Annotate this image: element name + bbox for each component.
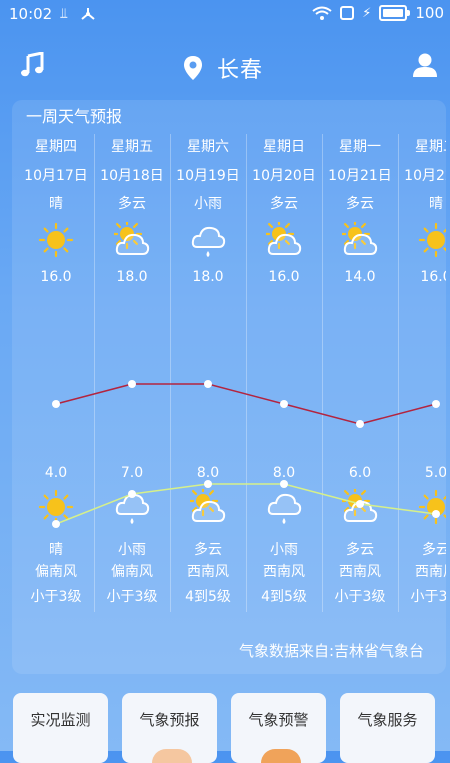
day-week: 星期四 (35, 139, 77, 155)
low-temp-label: 8.0 (196, 465, 220, 481)
tab-forecast[interactable]: 气象预报 (122, 693, 217, 763)
forecast-day[interactable]: 星期日 10月20日 多云 16.0 8.0 小雨 西南风 4到5级 (246, 134, 323, 612)
day-week: 星期日 (263, 139, 305, 155)
high-temp-label: 14.0 (344, 269, 376, 285)
bottom-tabs: 实况监测 气象预报 气象预警 气象服务 (0, 693, 450, 763)
day-condition: 晴 (429, 196, 443, 212)
day-condition: 多云 (346, 196, 374, 212)
day-date: 10月17日 (24, 168, 88, 184)
night-condition: 多云 (422, 542, 446, 558)
sun-icon (418, 222, 446, 258)
forecast-day[interactable]: 星期五 10月18日 多云 18.0 7.0 小雨 偏南风 小于3级 (94, 134, 171, 612)
low-temp-label: 8.0 (272, 465, 296, 481)
tab-service[interactable]: 气象服务 (340, 693, 435, 763)
day-date: 10月20日 (252, 168, 316, 184)
day-condition: 晴 (49, 196, 63, 212)
night-condition: 小雨 (270, 542, 298, 558)
wind-direction: 偏南风 (35, 564, 77, 580)
charging-icon: ⚡ (362, 5, 372, 21)
sun-icon (418, 489, 446, 525)
tab-live-monitoring[interactable]: 实况监测 (13, 693, 108, 763)
data-source: 气象数据来自:吉林省气象台 (238, 642, 424, 660)
night-condition: 多云 (346, 542, 374, 558)
low-temp-label: 4.0 (44, 465, 68, 481)
weekly-forecast-card: 一周天气预报 星期四 10月17日 晴 16.0 4.0 晴 偏南风 小于3级 … (12, 100, 446, 674)
high-temp-label: 18.0 (192, 269, 224, 285)
tab-decoration (152, 749, 192, 763)
location-selector[interactable]: 长春 (183, 52, 263, 84)
wind-level: 小于3级 (106, 589, 158, 605)
wind-direction: 西南风 (415, 564, 446, 580)
tab-label: 实况监测 (30, 711, 91, 729)
battery-level: 100 (415, 4, 444, 22)
day-date: 10月22日 (404, 168, 446, 184)
wind-direction: 西南风 (339, 564, 381, 580)
wind-level: 4到5级 (185, 589, 231, 605)
tab-label: 气象预报 (139, 711, 200, 729)
user-icon[interactable] (412, 52, 438, 78)
high-temp-label: 16.0 (40, 269, 72, 285)
sun-icon (38, 222, 74, 258)
day-date: 10月21日 (328, 168, 392, 184)
forecast-day[interactable]: 星期二 10月22日 晴 16.0 5.0 多云 西南风 小于3级 (398, 134, 446, 612)
wind-direction: 西南风 (187, 564, 229, 580)
app-header: 长春 (0, 40, 450, 90)
forecast-days[interactable]: 星期四 10月17日 晴 16.0 4.0 晴 偏南风 小于3级 星期五 10月… (18, 134, 446, 612)
sim-icon (340, 6, 355, 20)
night-condition: 多云 (194, 542, 222, 558)
tab-warning[interactable]: 气象预警 (231, 693, 326, 763)
day-condition: 多云 (270, 196, 298, 212)
night-condition: 小雨 (118, 542, 146, 558)
partly-cloudy-icon (190, 489, 226, 522)
partly-cloudy-icon (114, 222, 150, 255)
card-title: 一周天气预报 (26, 107, 123, 126)
forecast-day[interactable]: 星期六 10月19日 小雨 18.0 8.0 多云 西南风 4到5级 (170, 134, 247, 612)
rain-icon (191, 226, 226, 257)
wind-level: 4到5级 (261, 589, 307, 605)
low-temp-label: 6.0 (348, 465, 372, 481)
music-icon[interactable] (20, 52, 46, 78)
wind-level: 小于3级 (30, 589, 82, 605)
rain-icon (115, 493, 150, 524)
sun-icon (38, 489, 74, 525)
day-condition: 小雨 (194, 196, 222, 212)
day-week: 星期五 (111, 139, 153, 155)
high-temp-label: 16.0 (268, 269, 300, 285)
day-week: 星期一 (339, 139, 381, 155)
tab-label: 气象服务 (357, 711, 418, 729)
high-temp-label: 18.0 (116, 269, 148, 285)
high-temp-label: 16.0 (420, 269, 446, 285)
day-condition: 多云 (118, 196, 146, 212)
status-time: 10:02 (9, 5, 53, 23)
wind-level: 小于3级 (410, 589, 446, 605)
partly-cloudy-icon (266, 222, 302, 255)
day-date: 10月19日 (176, 168, 240, 184)
tab-decoration (261, 749, 301, 763)
day-week: 星期二 (415, 139, 446, 155)
forecast-day[interactable]: 星期一 10月21日 多云 14.0 6.0 多云 西南风 小于3级 (322, 134, 399, 612)
location-pin-icon (184, 56, 202, 80)
wind-direction: 偏南风 (111, 564, 153, 580)
night-condition: 晴 (49, 542, 63, 558)
rain-icon (267, 493, 302, 524)
status-bar: 10:02 ⫫ ⚡ 100 (0, 0, 450, 28)
forecast-day[interactable]: 星期四 10月17日 晴 16.0 4.0 晴 偏南风 小于3级 (18, 134, 95, 612)
day-week: 星期六 (187, 139, 229, 155)
wifi-icon (312, 6, 332, 20)
usb-icon: ⫫ (60, 6, 68, 22)
partly-cloudy-icon (342, 489, 378, 522)
battery-icon (379, 5, 411, 21)
day-date: 10月18日 (100, 168, 164, 184)
low-temp-label: 7.0 (120, 465, 144, 481)
low-temp-label: 5.0 (424, 465, 446, 481)
partly-cloudy-icon (342, 222, 378, 255)
wind-level: 小于3级 (334, 589, 386, 605)
share-icon (81, 8, 95, 20)
wind-direction: 西南风 (263, 564, 305, 580)
city-name: 长春 (217, 58, 264, 83)
tab-label: 气象预警 (248, 711, 309, 729)
